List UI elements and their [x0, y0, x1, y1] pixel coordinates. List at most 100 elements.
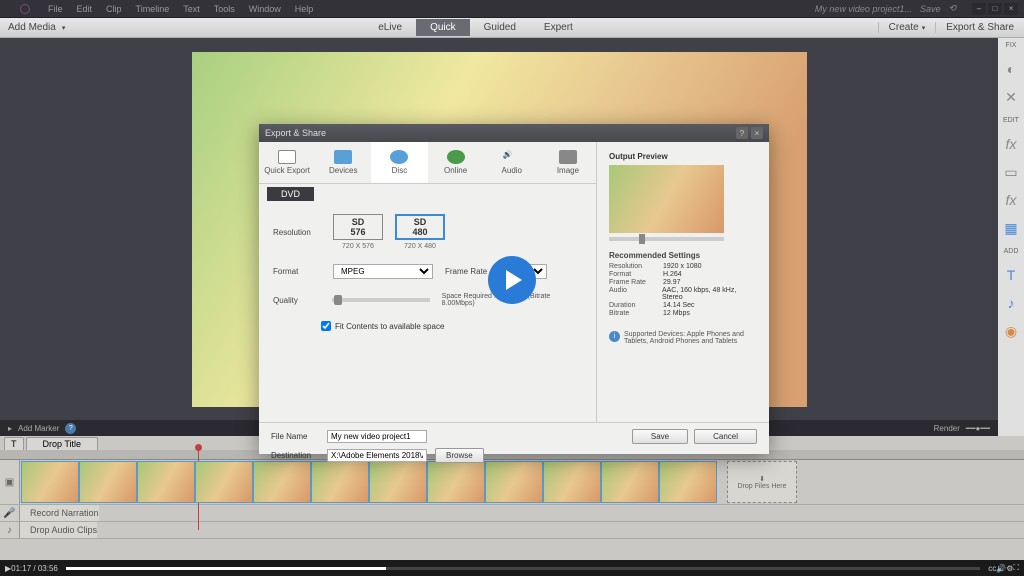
clip[interactable] — [601, 461, 659, 503]
menubar: File Edit Clip Timeline Text Tools Windo… — [0, 0, 1024, 18]
dialog-help-icon[interactable]: ? — [736, 127, 748, 139]
dialog-close-icon[interactable]: × — [751, 127, 763, 139]
tab-titles[interactable]: T — [4, 437, 24, 450]
destination-label: Destination — [271, 451, 319, 460]
close-icon[interactable]: × — [1004, 3, 1018, 15]
tab-disc[interactable]: Disc — [371, 142, 427, 183]
marker-arrow-icon[interactable]: ▸ — [8, 424, 12, 433]
tab-image[interactable]: Image — [540, 142, 596, 183]
video-progress[interactable] — [66, 567, 980, 570]
narration-track: 🎤 Record Narration — [0, 505, 1024, 522]
audio-icon[interactable]: ♪ — [0, 522, 20, 538]
fullscreen-icon[interactable]: ⛶ — [1013, 563, 1019, 573]
side-panel: FIX ◐ ✕ EDIT fx ▭ fx ▦ ADD T ♪ ◉ — [998, 38, 1024, 445]
mode-quick[interactable]: Quick — [416, 19, 470, 36]
video-player-controls: ▶ 01:17 / 03:56 cc 🔊 ⚙ ⛶ — [0, 560, 1024, 576]
resolution-576[interactable]: SD576 — [333, 214, 383, 240]
clip[interactable] — [195, 461, 253, 503]
format-select[interactable]: MPEG — [333, 264, 433, 279]
color-icon[interactable]: ▦ — [1003, 220, 1019, 236]
menu-timeline[interactable]: Timeline — [136, 4, 170, 14]
fit-contents-checkbox[interactable] — [321, 321, 331, 331]
add-marker-button[interactable]: Add Marker — [18, 424, 59, 433]
subtab-dvd[interactable]: DVD — [267, 187, 314, 201]
zoom-slider-icon[interactable]: ━━●━━ — [966, 424, 990, 433]
cancel-button[interactable]: Cancel — [694, 429, 757, 444]
filename-input[interactable] — [327, 430, 427, 443]
add-media-button[interactable]: Add Media — [0, 22, 73, 33]
export-share-button[interactable]: Export & Share — [935, 22, 1024, 33]
mode-expert[interactable]: Expert — [530, 19, 587, 36]
fx-icon[interactable]: fx — [1003, 136, 1019, 152]
resolution-480[interactable]: SD480 — [395, 214, 445, 240]
quality-slider[interactable] — [332, 298, 430, 302]
fx2-icon[interactable]: fx — [1003, 192, 1019, 208]
tab-devices[interactable]: Devices — [315, 142, 371, 183]
destination-input[interactable] — [327, 449, 427, 462]
menu-file[interactable]: File — [48, 4, 63, 14]
clip[interactable] — [21, 461, 79, 503]
menu-clip[interactable]: Clip — [106, 4, 122, 14]
music-icon[interactable]: ♪ — [1003, 295, 1019, 311]
supported-devices: Supported Devices: Apple Phones and Tabl… — [624, 331, 757, 345]
drop-audio-button[interactable]: Drop Audio Clips — [20, 522, 97, 538]
clip[interactable] — [543, 461, 601, 503]
save-button[interactable]: Save — [632, 429, 688, 444]
fit-contents-label: Fit Contents to available space — [335, 322, 444, 331]
minimize-icon[interactable]: – — [972, 3, 986, 15]
download-icon: ⬇ — [759, 475, 765, 483]
video-track: ▣ ⬇Drop Files Here — [0, 460, 1024, 505]
clip[interactable] — [137, 461, 195, 503]
mode-elive[interactable]: eLive — [364, 19, 416, 36]
resolution-label: Resolution — [273, 228, 321, 237]
browse-button[interactable]: Browse — [435, 448, 484, 463]
play-button[interactable] — [488, 256, 536, 304]
app-logo-icon — [20, 4, 30, 14]
save-label[interactable]: Save — [920, 4, 941, 14]
mic-icon[interactable]: 🎤 — [0, 505, 20, 521]
titles-icon[interactable]: T — [1003, 267, 1019, 283]
audio-tab-icon: 🔊 — [503, 150, 521, 164]
mode-guided[interactable]: Guided — [470, 19, 530, 36]
clip[interactable] — [485, 461, 543, 503]
tab-drop-title[interactable]: Drop Title — [26, 437, 99, 450]
volume-icon[interactable]: 🔊 — [996, 564, 1006, 573]
toolbar: Add Media eLive Quick Guided Expert Crea… — [0, 18, 1024, 38]
menu-edit[interactable]: Edit — [77, 4, 93, 14]
maximize-icon[interactable]: □ — [988, 3, 1002, 15]
cc-icon[interactable]: cc — [988, 564, 996, 573]
tools-icon[interactable]: ✕ — [1003, 89, 1019, 105]
drop-files-zone[interactable]: ⬇Drop Files Here — [727, 461, 797, 503]
clip[interactable] — [659, 461, 717, 503]
undo-icon[interactable]: ⟲ — [948, 3, 956, 14]
menu-text[interactable]: Text — [183, 4, 200, 14]
tab-audio[interactable]: 🔊Audio — [484, 142, 540, 183]
dialog-titlebar[interactable]: Export & Share ? × — [259, 124, 769, 142]
transitions-icon[interactable]: ▭ — [1003, 164, 1019, 180]
menu-tools[interactable]: Tools — [214, 4, 235, 14]
online-icon — [447, 150, 465, 164]
track-icon[interactable]: ▣ — [0, 460, 20, 504]
help-icon[interactable]: ? — [65, 423, 76, 434]
info-icon: i — [609, 331, 620, 342]
render-button[interactable]: Render — [934, 424, 960, 433]
clip[interactable] — [369, 461, 427, 503]
clip[interactable] — [79, 461, 137, 503]
clip[interactable] — [311, 461, 369, 503]
tab-quick-export[interactable]: Quick Export — [259, 142, 315, 183]
clip[interactable] — [253, 461, 311, 503]
menu-help[interactable]: Help — [295, 4, 314, 14]
side-add-label: ADD — [1004, 248, 1019, 255]
quick-export-icon — [278, 150, 296, 164]
side-edit-label: EDIT — [1003, 117, 1019, 124]
tab-online[interactable]: Online — [428, 142, 484, 183]
menu-window[interactable]: Window — [249, 4, 281, 14]
preview-scrubber[interactable] — [609, 237, 724, 241]
clip[interactable] — [427, 461, 485, 503]
adjust-icon[interactable]: ◐ — [1003, 61, 1019, 77]
record-narration-button[interactable]: Record Narration — [20, 505, 99, 521]
create-button[interactable]: Create — [878, 22, 936, 33]
graphics-icon[interactable]: ◉ — [1003, 323, 1019, 339]
clips-row[interactable]: ⬇Drop Files Here — [20, 460, 1024, 504]
recommended-title: Recommended Settings — [609, 251, 757, 260]
